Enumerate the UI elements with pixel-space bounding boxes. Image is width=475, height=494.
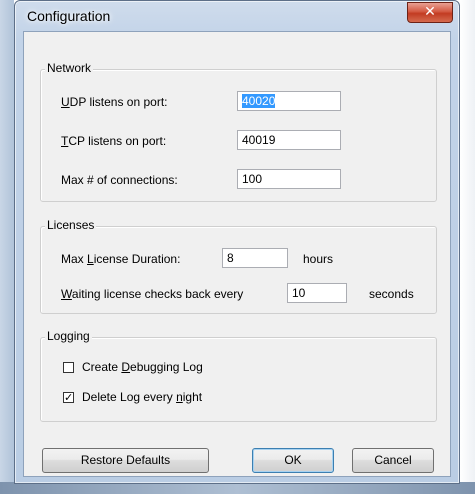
tcp-port-input[interactable]: 40019 (237, 130, 341, 150)
licenses-legend: Licenses (45, 218, 97, 232)
waiting-license-label: Waiting license checks back every (61, 287, 244, 301)
ok-button[interactable]: OK (252, 448, 334, 473)
udp-port-label: UDP listens on port: (61, 95, 168, 109)
dialog-title: Configuration (27, 8, 111, 24)
close-button[interactable]: ✕ (407, 2, 453, 23)
logging-group: Logging Create Debugging Log ✓ Delete Lo… (40, 329, 437, 422)
license-duration-input[interactable]: 8 (222, 248, 288, 268)
cancel-button[interactable]: Cancel (352, 448, 434, 473)
dialog-client-area: Network UDP listens on port: 40020 TCP l… (23, 31, 451, 477)
license-duration-unit: hours (303, 252, 334, 266)
license-duration-label: Max License Duration: (61, 252, 181, 266)
checkmark-icon: ✓ (64, 391, 74, 404)
waiting-license-input[interactable]: 10 (287, 283, 347, 303)
desktop-strip-right (460, 0, 475, 494)
debug-log-checkbox[interactable] (63, 362, 74, 373)
max-connections-label: Max # of connections: (61, 173, 178, 187)
network-group: Network UDP listens on port: 40020 TCP l… (40, 61, 437, 202)
logging-legend: Logging (45, 329, 92, 343)
delete-log-checkbox[interactable]: ✓ (63, 392, 74, 403)
title-bar[interactable]: Configuration ✕ (15, 1, 459, 31)
close-icon: ✕ (424, 4, 436, 20)
configuration-dialog: Configuration ✕ Network UDP listens on p… (14, 0, 460, 484)
debug-log-label[interactable]: Create Debugging Log (82, 360, 203, 374)
network-legend: Network (45, 61, 94, 75)
udp-port-input[interactable]: 40020 (237, 91, 341, 111)
restore-defaults-button[interactable]: Restore Defaults (42, 448, 209, 473)
tcp-port-label: TCP listens on port: (61, 134, 167, 148)
window-glass-edge (0, 0, 14, 494)
licenses-group: Licenses Max License Duration: 8 hours W… (40, 218, 437, 314)
waiting-license-unit: seconds (369, 287, 414, 301)
delete-log-label[interactable]: Delete Log every night (82, 390, 202, 404)
max-connections-input[interactable]: 100 (237, 169, 341, 189)
